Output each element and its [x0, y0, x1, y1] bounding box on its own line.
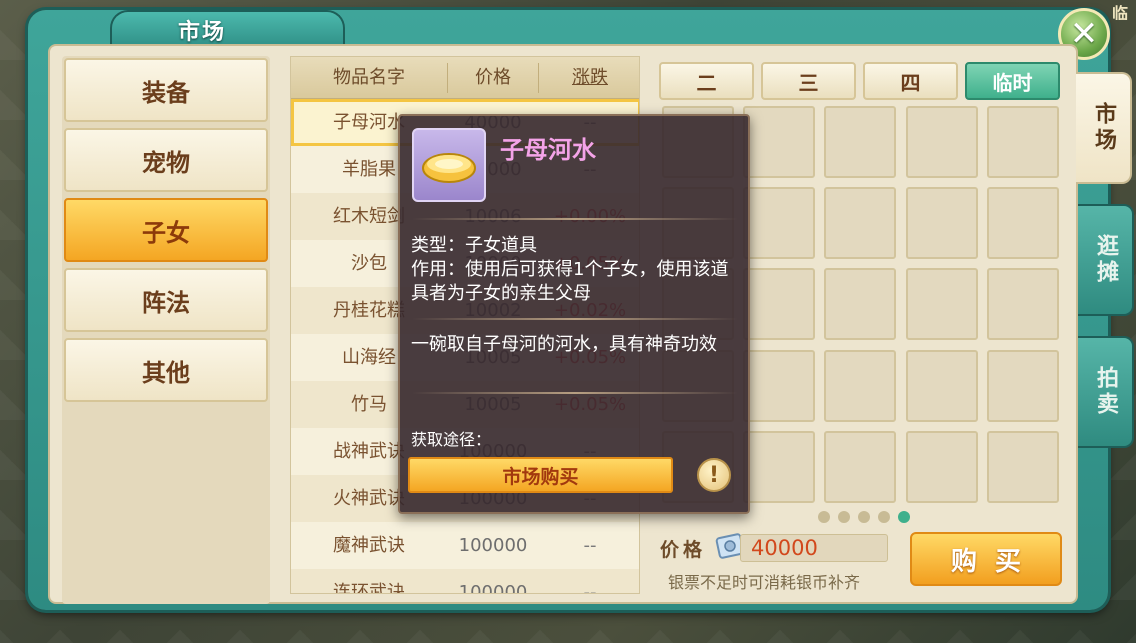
grid-slot[interactable] [906, 187, 978, 259]
grid-slot[interactable] [906, 106, 978, 178]
grid-slot[interactable] [987, 350, 1059, 422]
grid-slot[interactable] [987, 106, 1059, 178]
category-label: 阵法 [142, 288, 190, 317]
side-tab-label: 逛摊 [1093, 234, 1118, 286]
category-other[interactable]: 其他 [64, 338, 268, 402]
category-formation[interactable]: 阵法 [64, 268, 268, 332]
page-dot[interactable] [818, 511, 830, 523]
market-purchase-label: 市场购买 [502, 465, 579, 488]
item-name: 魔神武诀 [333, 535, 405, 556]
page-tab-3[interactable]: 三 [761, 62, 856, 100]
category-label: 装备 [142, 78, 190, 107]
grid-slot[interactable] [906, 431, 978, 503]
grid-slot[interactable] [824, 268, 896, 340]
side-tab-label: 市场 [1091, 102, 1116, 154]
item-price: 100000 [458, 535, 528, 556]
category-children[interactable]: 子女 [64, 198, 268, 262]
divider [412, 392, 738, 394]
item-change: -- [583, 535, 597, 556]
table-header: 物品名字 价格 涨跌 [291, 57, 639, 99]
item-name: 连环武诀 [333, 582, 405, 594]
category-pets[interactable]: 宠物 [64, 128, 268, 192]
buy-button[interactable]: 购买 [910, 532, 1062, 586]
window-title: 市场 [178, 20, 227, 45]
tooltip-item-name: 子母河水 [500, 136, 596, 164]
side-tab-market[interactable]: 市场 [1076, 72, 1132, 184]
price-label: 价格 [660, 539, 707, 561]
header-price: 价格 [475, 67, 511, 88]
category-equipment[interactable]: 装备 [64, 58, 268, 122]
page-tab-temporary[interactable]: 临时 [965, 62, 1060, 100]
divider [412, 318, 738, 320]
grid-slot[interactable] [987, 268, 1059, 340]
header-name: 物品名字 [333, 67, 405, 88]
water-bowl-icon [422, 153, 476, 183]
corner-text: 临 [1112, 4, 1129, 20]
page-tab-2[interactable]: 二 [659, 62, 754, 100]
grid-slot[interactable] [824, 106, 896, 178]
divider [412, 218, 738, 220]
tooltip-effect: 作用：使用后可获得1个子女，使用该道具者为子女的亲生父母 [411, 259, 729, 304]
item-icon-frame [412, 128, 486, 202]
side-tab-auction[interactable]: 拍卖 [1078, 336, 1134, 448]
page-dot[interactable] [858, 511, 870, 523]
grid-slot[interactable] [987, 187, 1059, 259]
grid-slot[interactable] [743, 350, 815, 422]
tooltip-description: 一碗取自子母河的河水，具有神奇功效 [411, 334, 717, 355]
grid-slot[interactable] [987, 431, 1059, 503]
grid-slot[interactable] [743, 268, 815, 340]
info-glyph: ! [708, 462, 720, 488]
item-change: -- [583, 582, 597, 594]
page-tab-label: 临时 [992, 70, 1033, 95]
category-label: 其他 [142, 358, 190, 387]
grid-slot[interactable] [824, 350, 896, 422]
grid-slot[interactable] [743, 187, 815, 259]
page-tab-4[interactable]: 四 [863, 62, 958, 100]
buy-label: 购买 [950, 546, 1039, 577]
grid-slot[interactable] [743, 431, 815, 503]
price-value: 40000 [740, 534, 888, 562]
category-label: 子女 [142, 218, 190, 247]
title-tab [110, 10, 345, 48]
grid-slot[interactable] [906, 268, 978, 340]
grid-slot[interactable] [824, 431, 896, 503]
tooltip-type: 类型：子女道具 [411, 235, 537, 256]
table-row[interactable]: 连环武诀 100000 -- [291, 569, 639, 594]
info-icon[interactable]: ! [697, 458, 731, 492]
grid-slot[interactable] [824, 187, 896, 259]
grid-slot[interactable] [743, 106, 815, 178]
side-tab-label: 拍卖 [1093, 366, 1118, 418]
page-dot-active[interactable] [898, 511, 910, 523]
category-label: 宠物 [142, 148, 190, 177]
page-tab-label: 四 [900, 70, 921, 95]
header-change-sort[interactable]: 涨跌 [539, 57, 639, 99]
page-dot[interactable] [838, 511, 850, 523]
page-tab-label: 三 [798, 70, 819, 95]
table-row[interactable]: 魔神武诀 100000 -- [291, 522, 639, 569]
market-purchase-button[interactable]: 市场购买 [408, 457, 673, 493]
tooltip-source-label: 获取途径： [411, 430, 492, 449]
page-dot[interactable] [878, 511, 890, 523]
grid-slot[interactable] [906, 350, 978, 422]
price-hint: 银票不足时可消耗银币补齐 [668, 573, 861, 592]
item-price: 100000 [458, 582, 528, 594]
page-tab-label: 二 [696, 70, 717, 95]
side-tab-stalls[interactable]: 逛摊 [1078, 204, 1134, 316]
